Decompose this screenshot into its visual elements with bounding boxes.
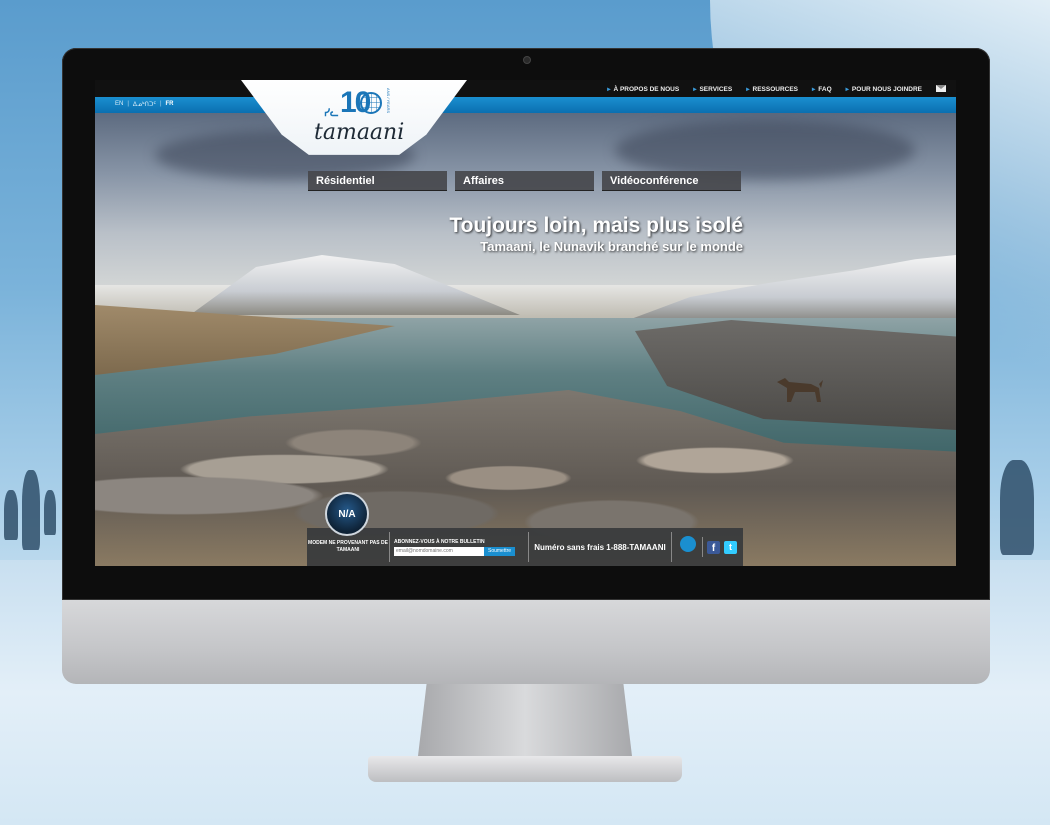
monitor-chin [62,600,990,684]
nav-link-faq[interactable]: ▸ FAQ [812,85,832,93]
website-screen: ▸ À PROPOS DE NOUS ▸ SERVICES ▸ RESSOURCES … [95,80,956,566]
arrow-icon: ▸ [812,85,816,93]
lang-inuktitut[interactable]: ᐃᓄᒃᑎᑐᑦ [133,101,156,108]
globe-icon [360,92,382,114]
tab-videoconference[interactable]: Vidéoconférence [602,171,741,191]
service-tabs: Résidentiel Affaires Vidéoconférence [308,171,741,191]
footer-bar: MODEM NE PROVENANT PAS DE TAMAANI ABONNE… [307,528,743,566]
modem-status-circle[interactable]: N/A [325,492,369,536]
camera-icon [523,56,531,64]
dog-image [777,378,823,402]
nav-link-contact[interactable]: ▸ POUR NOUS JOINDRE [846,85,922,93]
tamaani-logo[interactable]: 10 ANS / YEARS ᓯᓚ tamaani [300,86,410,158]
arrow-icon: ▸ [746,85,750,93]
background-person [22,470,40,550]
lang-separator: | [159,101,162,107]
language-switcher: EN | ᐃᓄᒃᑎᑐᑦ | FR [115,101,174,108]
newsletter-email-input[interactable] [394,546,484,556]
nav-link-label: SERVICES [699,85,733,93]
arrow-icon: ▸ [693,85,697,93]
background-person [1000,460,1034,555]
speed-test-icon[interactable] [678,536,698,558]
tollfree-number: Numéro sans frais 1-888-TAMAANI [534,542,666,552]
tab-business[interactable]: Affaires [455,171,594,191]
facebook-icon[interactable]: f [707,540,720,554]
top-nav: ▸ À PROPOS DE NOUS ▸ SERVICES ▸ RESSOURCES … [95,80,956,97]
newsletter-form: ABONNEZ-VOUS À NOTRE BULLETIN Soumettre [390,539,528,556]
logo-name: tamaani [314,120,405,145]
monitor-stand-base [368,756,682,782]
newsletter-label: ABONNEZ-VOUS À NOTRE BULLETIN [394,538,485,545]
nav-link-services[interactable]: ▸ SERVICES [693,85,732,93]
header-blue-bar [95,97,956,113]
mail-icon[interactable] [936,85,946,92]
nav-link-about[interactable]: ▸ À PROPOS DE NOUS [607,85,679,93]
arrow-icon: ▸ [845,85,849,93]
twitter-icon[interactable]: t [724,540,737,554]
lang-en[interactable]: EN [115,101,123,108]
hero-subtitle: Tamaani, le Nunavik branché sur le monde [480,239,743,254]
modem-status-text: MODEM NE PROVENANT PAS DE TAMAANI [308,540,388,553]
hero-title: Toujours loin, mais plus isolé [449,214,743,237]
nav-link-label: RESSOURCES [752,85,799,93]
background-person [4,490,18,540]
tab-residential[interactable]: Résidentiel [308,171,447,191]
logo-anniversary-tagline: ANS / YEARS [386,88,391,114]
arrow-icon: ▸ [607,85,611,93]
nav-link-label: POUR NOUS JOINDRE [851,85,922,93]
nav-link-label: FAQ [818,85,832,93]
monitor-stand [418,684,632,756]
lang-separator: | [127,101,129,107]
divider [702,537,703,557]
logo-syllabics: ᓯᓚ [324,108,339,119]
nav-link-resources[interactable]: ▸ RESSOURCES [746,85,798,93]
social-links: f t [672,536,743,558]
nav-link-label: À PROPOS DE NOUS [613,85,680,93]
background-person [44,490,56,535]
lang-fr[interactable]: FR [166,101,174,108]
newsletter-submit-button[interactable]: Soumettre [484,546,516,556]
hero-headline: Toujours loin, mais plus isolé Tamaani, … [449,214,743,256]
